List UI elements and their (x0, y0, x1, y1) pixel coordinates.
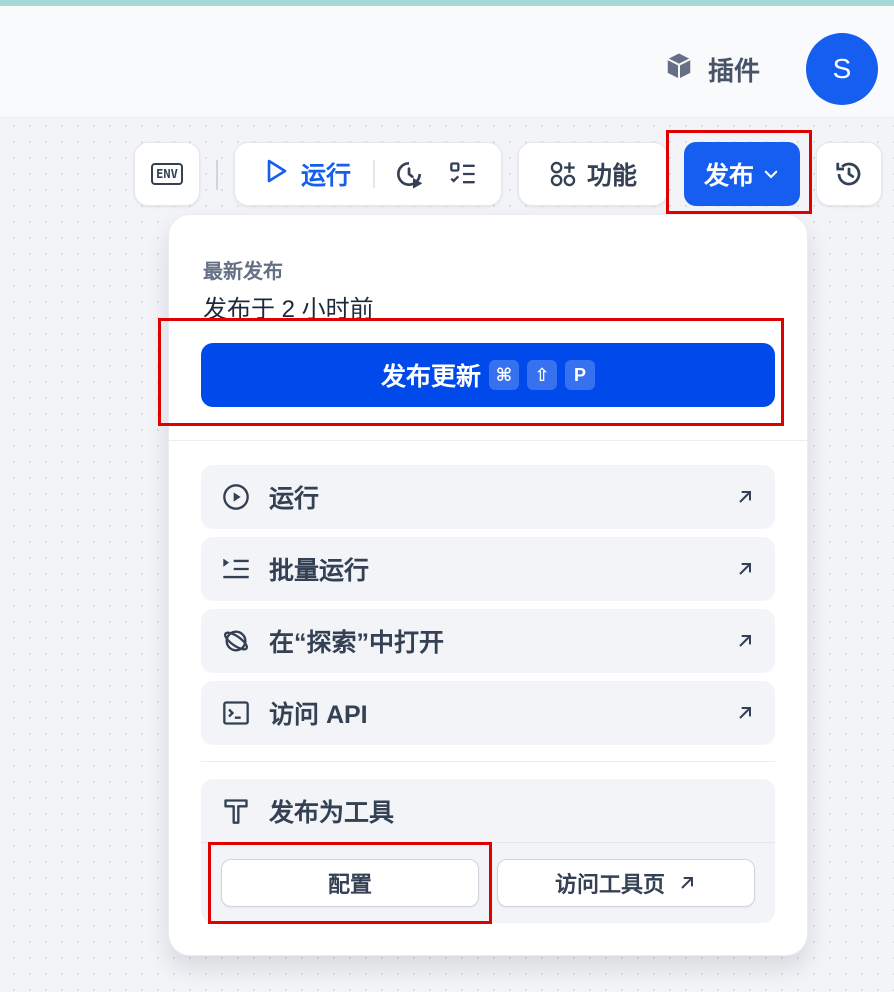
menu-item-open-in-explore[interactable]: 在“探索”中打开 (201, 609, 775, 673)
publish-as-tool-panel: 发布为工具 配置 访问工具页 (201, 779, 775, 923)
run-history-icon[interactable] (393, 158, 425, 190)
external-link-icon (735, 629, 755, 658)
menu-item-run[interactable]: 运行 (201, 465, 775, 529)
plugins-button[interactable]: 插件 (664, 46, 760, 92)
publish-dropdown: 最新发布 发布于 2 小时前 发布更新 ⌘ ⇧ P 运行 批量运行 在“探索”中… (168, 214, 809, 956)
features-button[interactable]: 功能 (518, 142, 668, 206)
chevron-down-icon (762, 165, 780, 183)
run-button[interactable]: 运行 (235, 156, 351, 192)
menu-item-batch-run[interactable]: 批量运行 (201, 537, 775, 601)
features-label: 功能 (586, 162, 637, 190)
user-avatar[interactable]: S (806, 33, 878, 105)
run-button-group: 运行 (234, 142, 502, 206)
visit-tool-page-label: 访问工具页 (554, 872, 665, 897)
publish-button[interactable]: 发布 (684, 142, 800, 206)
batch-run-icon (221, 554, 251, 584)
menu-item-label: 在“探索”中打开 (269, 629, 445, 657)
external-link-icon (735, 557, 755, 586)
publish-as-tool-header: 发布为工具 (201, 779, 775, 843)
published-time: 发布于 2 小时前 (203, 296, 374, 323)
configure-button[interactable]: 配置 (221, 859, 479, 907)
external-link-icon (677, 873, 697, 893)
external-link-icon (735, 701, 755, 730)
menu-item-label: 批量运行 (269, 557, 370, 585)
shortcut-p-key: P (565, 360, 595, 390)
env-icon: ENV (151, 163, 183, 185)
publish-update-label: 发布更新 (380, 363, 481, 391)
shortcut-shift-key: ⇧ (527, 360, 557, 390)
menu-item-label: 访问 API (269, 701, 368, 729)
history-icon (834, 159, 864, 189)
apps-icon (549, 160, 577, 188)
play-icon (265, 158, 289, 191)
configure-label: 配置 (327, 872, 372, 897)
planet-icon (221, 626, 251, 656)
version-history-button[interactable] (816, 142, 882, 206)
checklist-icon[interactable] (449, 160, 477, 188)
run-group-divider (373, 160, 376, 188)
publish-label: 发布 (703, 162, 754, 190)
dropdown-divider (201, 761, 775, 762)
publish-as-tool-title: 发布为工具 (269, 798, 395, 827)
visit-tool-page-button[interactable]: 访问工具页 (497, 859, 755, 907)
avatar-initial: S (832, 53, 852, 84)
plugins-label: 插件 (708, 55, 761, 86)
shortcut-cmd-key: ⌘ (489, 360, 519, 390)
hammer-icon (221, 796, 251, 826)
latest-publish-label: 最新发布 (203, 261, 283, 283)
play-circle-icon (221, 482, 251, 512)
terminal-icon (221, 698, 251, 728)
run-label: 运行 (301, 162, 352, 190)
menu-item-label: 运行 (269, 485, 320, 513)
env-button[interactable]: ENV (134, 142, 200, 206)
menu-item-access-api[interactable]: 访问 API (201, 681, 775, 745)
external-link-icon (735, 485, 755, 514)
cube-icon (664, 51, 694, 88)
app-header: 插件 S (0, 6, 894, 118)
toolbar-divider (216, 160, 218, 190)
publish-update-button[interactable]: 发布更新 ⌘ ⇧ P (201, 343, 775, 407)
dropdown-divider (169, 440, 809, 441)
